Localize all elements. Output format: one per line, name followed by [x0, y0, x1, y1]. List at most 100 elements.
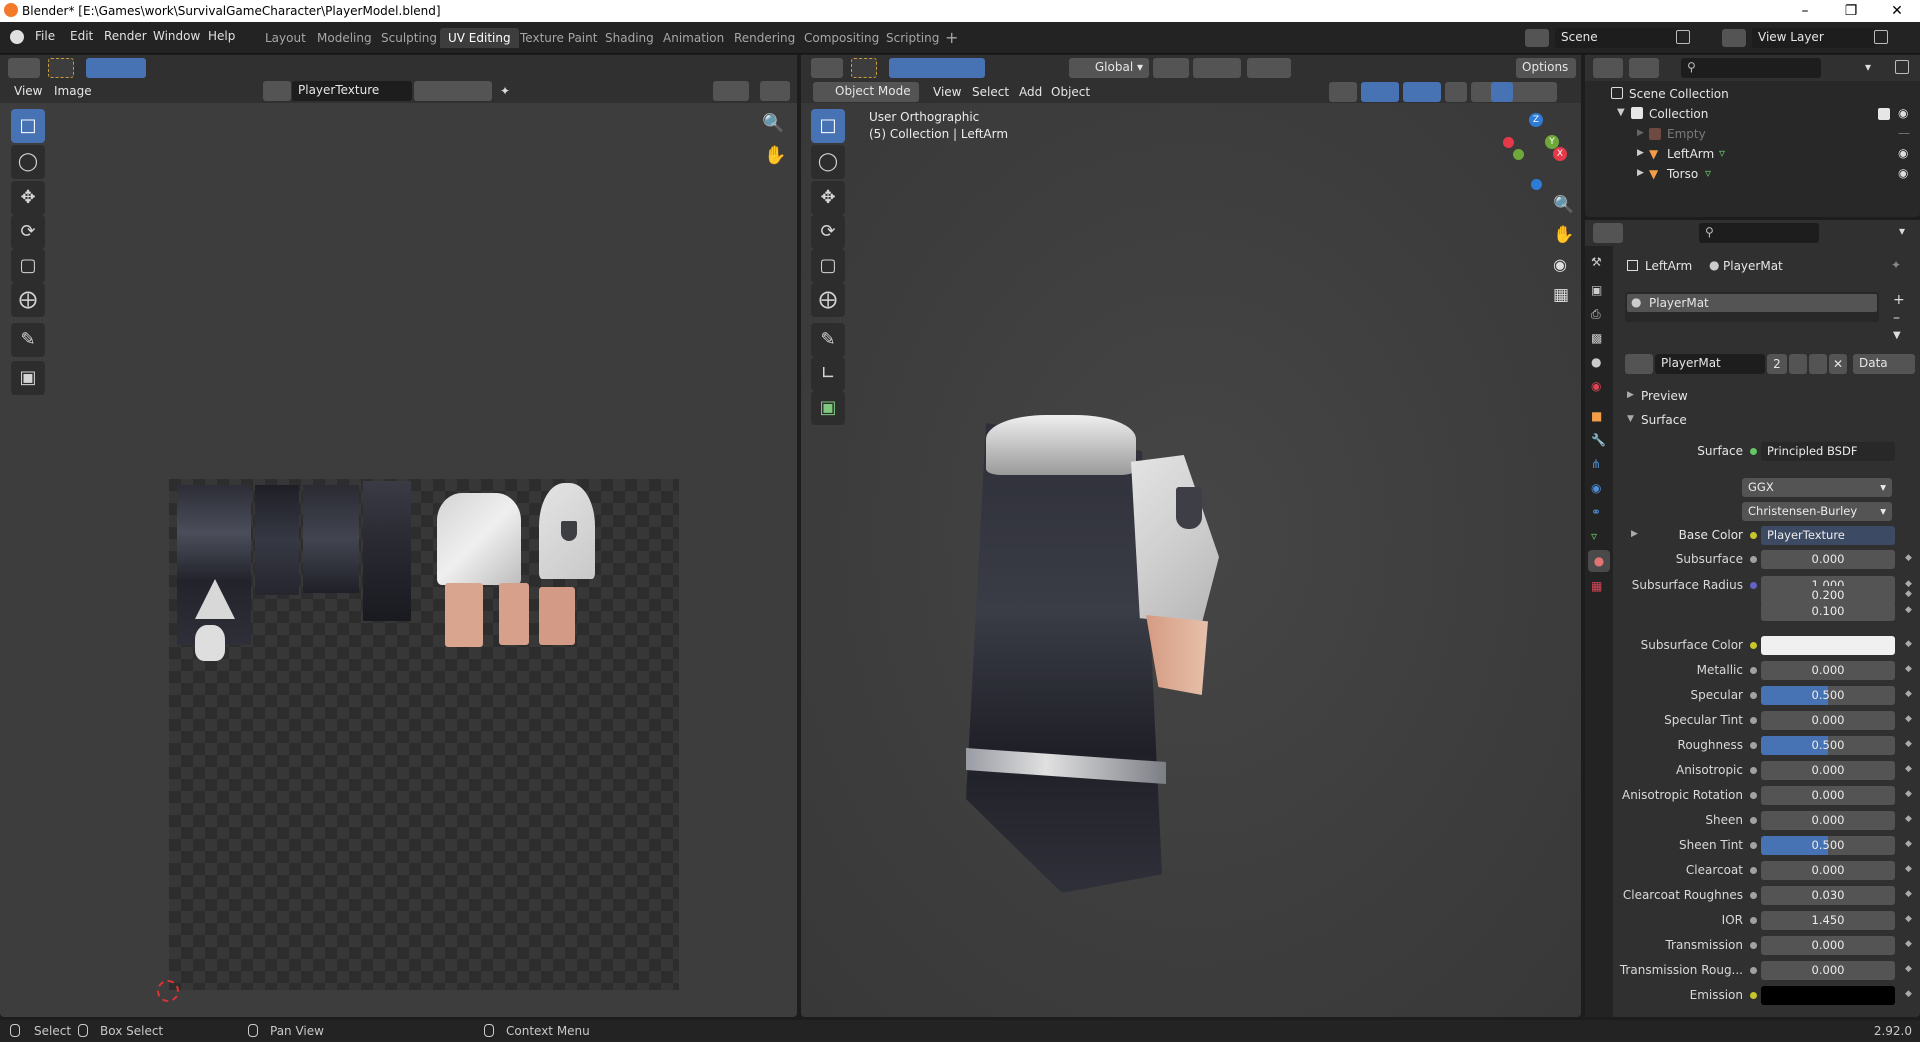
viewport-menu-view[interactable]: View: [933, 85, 961, 99]
outliner-item-leftarm[interactable]: ▶ ▼ LeftArm ▿ ◉: [1585, 145, 1920, 163]
outliner-filter-icon[interactable]: ▾: [1865, 60, 1871, 74]
tab-sculpting[interactable]: Sculpting: [373, 28, 445, 48]
visibility-icon[interactable]: —: [1898, 126, 1910, 140]
proportional-group[interactable]: [1247, 58, 1291, 78]
constraints-tab-icon[interactable]: ⚭: [1591, 506, 1601, 518]
data-tab-icon[interactable]: ▿: [1591, 530, 1597, 542]
visibility-dropdown[interactable]: [1329, 82, 1357, 102]
solid-shading-active[interactable]: [1491, 82, 1513, 102]
render-tab-icon[interactable]: ▣: [1591, 284, 1602, 296]
expand-icon[interactable]: ▶: [1631, 529, 1638, 539]
vp-pan-icon[interactable]: ✋: [1553, 225, 1574, 245]
tab-scripting[interactable]: Scripting: [878, 28, 947, 48]
preview-panel-header[interactable]: ▶ Preview: [1625, 388, 1915, 408]
display-channels-button[interactable]: [760, 81, 790, 101]
property-value-field[interactable]: 0.000: [1761, 550, 1895, 569]
player-model[interactable]: [956, 375, 1236, 905]
vp-zoom-icon[interactable]: 🔍: [1553, 195, 1574, 215]
view-layer-tab-icon[interactable]: ▩: [1591, 332, 1602, 344]
pan-icon[interactable]: ✋: [764, 145, 786, 166]
vp-grid-icon[interactable]: ▦: [1553, 285, 1569, 305]
outliner-editor-type[interactable]: [1593, 58, 1623, 78]
select-tool-button[interactable]: [48, 58, 74, 78]
material-tab-icon[interactable]: ●: [1588, 550, 1610, 572]
keyframe-dot-icon[interactable]: ◆: [1905, 864, 1912, 874]
duplicate-material-button[interactable]: [1809, 354, 1827, 374]
add-slot-button[interactable]: +: [1893, 292, 1905, 308]
pin-icon[interactable]: ✦: [500, 84, 510, 98]
vp-transform-tool[interactable]: ⨁: [811, 283, 845, 317]
menu-help[interactable]: Help: [208, 29, 235, 43]
mode-dropdown[interactable]: Object Mode: [813, 82, 919, 102]
vp-scale-tool[interactable]: ▢: [811, 249, 845, 283]
property-value-field[interactable]: 0.000: [1761, 961, 1895, 980]
tab-shading[interactable]: Shading: [597, 28, 662, 48]
gizmo-neg-z-icon[interactable]: [1531, 179, 1542, 190]
keyframe-dot-icon[interactable]: ◆: [1905, 914, 1912, 924]
tab-layout[interactable]: Layout: [257, 28, 314, 48]
menu-render[interactable]: Render: [104, 29, 147, 43]
scale-tool[interactable]: ▢: [11, 249, 45, 283]
keyframe-dot-icon[interactable]: ◆: [1905, 764, 1912, 774]
property-value-field[interactable]: 0.500: [1761, 736, 1895, 755]
emission-color-swatch[interactable]: [1761, 986, 1895, 1005]
uv-2d-cursor[interactable]: [157, 980, 179, 1002]
viewport-selection-mode[interactable]: [889, 58, 985, 78]
outliner-item-empty[interactable]: ▶ Empty —: [1585, 125, 1920, 143]
vp-measure-tool[interactable]: ∟: [811, 357, 845, 391]
distribution-dropdown[interactable]: GGX ▾: [1742, 478, 1892, 497]
keyframe-dot-icon[interactable]: ◆: [1905, 605, 1912, 615]
close-button[interactable]: ✕: [1874, 0, 1920, 22]
vp-add-cube-tool[interactable]: ▣: [811, 391, 845, 425]
property-value-field[interactable]: 0.500: [1761, 686, 1895, 705]
unlink-material-button[interactable]: ✕: [1829, 354, 1847, 374]
keyframe-dot-icon[interactable]: ◆: [1905, 889, 1912, 899]
visibility-icon[interactable]: ◉: [1898, 166, 1908, 180]
menu-window[interactable]: Window: [153, 29, 200, 43]
property-value-field[interactable]: 0.030: [1761, 886, 1895, 905]
keyframe-dot-icon[interactable]: ◆: [1905, 589, 1912, 599]
keyframe-dot-icon[interactable]: ◆: [1905, 639, 1912, 649]
expand-icon[interactable]: ▶: [1637, 128, 1644, 138]
zoom-icon[interactable]: 🔍: [762, 113, 784, 134]
property-value-field[interactable]: 0.000: [1761, 786, 1895, 805]
gizmo-toggle[interactable]: [1361, 82, 1399, 102]
keyframe-dot-icon[interactable]: ◆: [1905, 939, 1912, 949]
scene-tab-icon[interactable]: ●: [1591, 356, 1601, 368]
vp-annotate-tool[interactable]: ✎: [811, 323, 845, 357]
properties-editor-type[interactable]: [1593, 223, 1623, 243]
menu-file[interactable]: File: [35, 29, 55, 43]
tab-compositing[interactable]: Compositing: [796, 28, 887, 48]
grab-tool[interactable]: ▣: [11, 361, 45, 395]
keyframe-dot-icon[interactable]: ◆: [1905, 814, 1912, 824]
editor-type-button[interactable]: [8, 58, 40, 78]
material-slot-list[interactable]: ● PlayerMat: [1625, 292, 1879, 322]
properties-options-icon[interactable]: ▾: [1899, 224, 1905, 238]
gizmo-neg-y-icon[interactable]: [1513, 149, 1524, 160]
blender-menu-icon[interactable]: [10, 30, 24, 44]
property-value-field[interactable]: 0.000: [1761, 761, 1895, 780]
snap-group[interactable]: [1193, 58, 1241, 78]
property-value-field[interactable]: 0.500: [1761, 836, 1895, 855]
scene-icon[interactable]: [1525, 29, 1549, 47]
xray-toggle[interactable]: [1445, 82, 1467, 102]
new-collection-icon[interactable]: [1895, 60, 1909, 74]
base-color-link-field[interactable]: PlayerTexture: [1761, 526, 1895, 545]
tab-modeling[interactable]: Modeling: [309, 28, 380, 48]
new-view-layer-icon[interactable]: [1874, 30, 1888, 44]
slot-menu-button[interactable]: ▼: [1893, 330, 1901, 341]
visibility-icon[interactable]: ◉: [1898, 146, 1908, 160]
viewport-select-tool[interactable]: [851, 58, 877, 78]
uv-texture-canvas[interactable]: [169, 479, 679, 990]
keyframe-dot-icon[interactable]: ◆: [1905, 664, 1912, 674]
collection-checkbox[interactable]: [1878, 108, 1890, 120]
image-menu[interactable]: Image: [54, 84, 92, 98]
overlay-button[interactable]: [713, 81, 749, 101]
keyframe-dot-icon[interactable]: ◆: [1905, 739, 1912, 749]
gizmo-neg-x-icon[interactable]: [1503, 137, 1514, 148]
viewport-menu-object[interactable]: Object: [1051, 85, 1090, 99]
world-tab-icon[interactable]: ◉: [1591, 380, 1601, 392]
material-browse-button[interactable]: [1625, 354, 1653, 374]
keyframe-dot-icon[interactable]: ◆: [1905, 839, 1912, 849]
move-tool[interactable]: ✥: [11, 181, 45, 215]
